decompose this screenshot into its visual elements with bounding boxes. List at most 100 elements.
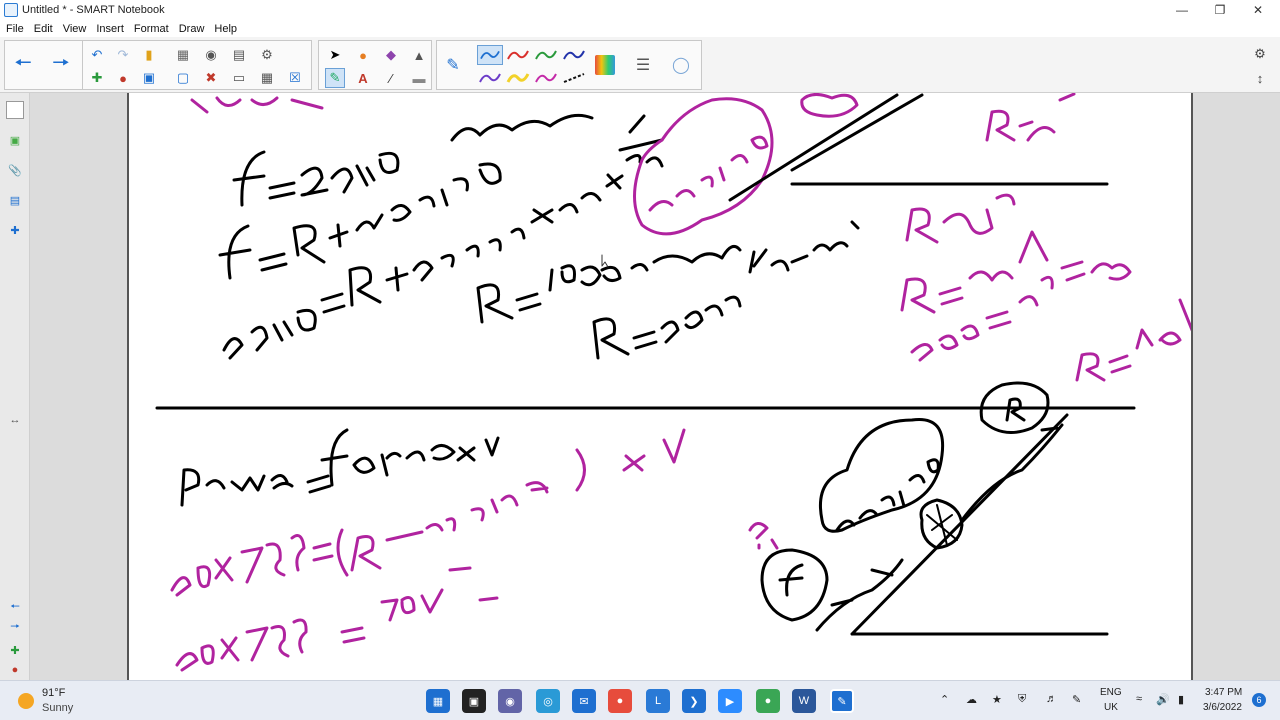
tool-group: ➤ ● ◆ ▲ ✎ A ∕ ▬ [318, 40, 432, 90]
clock-time[interactable]: 3:47 PM [1205, 687, 1242, 698]
minimize-button[interactable]: — [1162, 0, 1202, 20]
next-page-icon[interactable]: 🠖 [6, 618, 24, 636]
delete-page-icon[interactable]: ● [113, 68, 133, 88]
toolbar: 🠔 🠖 ↶ ↷ ▮ ▦ ◉ ▤ ⚙ ✚ ● ▣ ▢ ✖ ▭ ▦ ☒ ➤ ● ◆ … [0, 37, 1280, 93]
pen-style-navy[interactable] [561, 45, 587, 65]
transparency-icon[interactable]: ◯ [671, 55, 691, 75]
page-sorter-icon[interactable] [6, 101, 24, 119]
line-style-icon[interactable]: ☰ [633, 55, 653, 75]
edit-group: ↶ ↷ ▮ ▦ ◉ ▤ ⚙ ✚ ● ▣ ▢ ✖ ▭ ▦ ☒ [82, 40, 312, 90]
pen-icon[interactable]: ✎ [325, 68, 345, 88]
pen-type-icon[interactable]: ✎ [443, 55, 463, 75]
pen-style-dashed[interactable] [561, 68, 587, 88]
addons-icon[interactable]: ✚ [6, 221, 24, 239]
redo-icon[interactable]: ↷ [113, 45, 133, 65]
pen-style-red[interactable] [505, 45, 531, 65]
close-button[interactable]: ✕ [1238, 0, 1278, 20]
battery-icon[interactable]: ▮ [1178, 693, 1184, 706]
chrome-icon[interactable]: ● [608, 689, 632, 713]
fill-icon[interactable]: ▲ [409, 45, 429, 65]
show-hidden-icons[interactable]: ⌃ [940, 693, 949, 706]
edge-icon[interactable]: ◎ [536, 689, 560, 713]
undo-icon[interactable]: ↶ [87, 45, 107, 65]
word-icon[interactable]: W [792, 689, 816, 713]
menu-file[interactable]: File [6, 23, 24, 35]
mail-icon[interactable]: ✉ [572, 689, 596, 713]
lang-region[interactable]: UK [1104, 702, 1118, 713]
color-palette-icon[interactable] [595, 55, 615, 75]
notification-badge[interactable]: 6 [1252, 693, 1266, 707]
settings-icon[interactable]: ⚙ [1250, 44, 1270, 64]
volume-icon[interactable]: 🔊 [1156, 693, 1170, 706]
microphone-icon[interactable]: ♬ [1046, 693, 1057, 705]
menu-view[interactable]: View [63, 23, 87, 35]
smart-notebook-taskbar-icon[interactable]: ✎ [830, 689, 854, 713]
right-panel: ⚙ ↕ [1240, 40, 1280, 92]
screen-shade-icon[interactable]: ▢ [173, 68, 193, 88]
pen-input-icon[interactable]: ✎ [1072, 693, 1081, 706]
lang-code[interactable]: ENG [1100, 687, 1122, 698]
weather-icon [18, 693, 34, 709]
clock-date[interactable]: 3/6/2022 [1203, 702, 1242, 713]
restore-button[interactable]: ❐ [1200, 0, 1240, 20]
camera-icon[interactable]: ◉ [201, 45, 221, 65]
add-page-side-icon[interactable]: ✚ [6, 641, 24, 659]
onedrive-icon[interactable]: ☁ [966, 693, 977, 706]
title-bar: Untitled * - SMART Notebook — ❐ ✕ [0, 0, 1280, 20]
weather-condition: Sunny [42, 702, 74, 714]
handwriting-layer [155, 93, 1191, 672]
zoom-icon[interactable]: ▶ [718, 689, 742, 713]
menu-edit[interactable]: Edit [34, 23, 53, 35]
taskbar: 91°F Sunny ▦ ▣ ◉ ◎ ✉ ● L ❯ ▶ ● W ✎ ⌃ ☁ ★… [0, 680, 1280, 720]
pen-style-yellow[interactable] [505, 68, 531, 88]
right-gutter [1193, 93, 1280, 680]
gallery-icon[interactable]: ▣ [6, 131, 24, 149]
weather-temp: 91°F [42, 687, 66, 699]
properties-icon[interactable]: ▤ [6, 191, 24, 209]
paste-icon[interactable]: ▦ [173, 45, 193, 65]
wifi-icon[interactable]: ≈ [1136, 693, 1142, 705]
side-tabs: ▣ 📎 ▤ ✚ ↔ 🠔 🠖 ✚ ● [0, 93, 30, 680]
bluetooth-icon[interactable]: ★ [992, 693, 1002, 706]
line-icon[interactable]: ∕ [381, 68, 401, 88]
start-icon[interactable]: ▦ [426, 689, 450, 713]
attachments-icon[interactable]: 📎 [6, 161, 24, 179]
open-icon[interactable]: ▮ [139, 45, 159, 65]
save-icon[interactable]: ▣ [139, 68, 159, 88]
delete-page-side-icon[interactable]: ● [6, 661, 24, 679]
pen-style-blue[interactable] [477, 45, 503, 65]
pen-style-green[interactable] [533, 45, 559, 65]
vscode-icon[interactable]: ❯ [682, 689, 706, 713]
lumio-icon[interactable]: L [646, 689, 670, 713]
fullscreen-icon[interactable]: ▭ [229, 68, 249, 88]
toolbar-position-icon[interactable]: ↕ [1250, 68, 1270, 88]
menu-draw[interactable]: Draw [179, 23, 205, 35]
eraser-icon[interactable]: ▬ [409, 68, 429, 88]
text-icon[interactable]: A [353, 68, 373, 88]
forward-icon[interactable]: 🠖 [51, 52, 71, 75]
pen-style-group: ✎ ☰ ◯ [436, 40, 702, 90]
close-doc-icon[interactable]: ☒ [285, 68, 305, 88]
resize-handle-icon[interactable]: ↔ [6, 411, 24, 429]
select-icon[interactable]: ➤ [325, 45, 345, 65]
delete-icon[interactable]: ✖ [201, 68, 221, 88]
left-gutter [30, 93, 127, 680]
align-icon[interactable]: ▤ [229, 45, 249, 65]
menu-insert[interactable]: Insert [96, 23, 124, 35]
magic-pen-icon[interactable]: ◆ [381, 45, 401, 65]
task-view-icon[interactable]: ▣ [462, 689, 486, 713]
pen-style-purple[interactable] [477, 68, 503, 88]
whiteboard-canvas[interactable] [127, 93, 1193, 680]
chat-icon[interactable]: ◉ [498, 689, 522, 713]
prev-page-icon[interactable]: 🠔 [6, 598, 24, 616]
chrome-profile-icon[interactable]: ● [756, 689, 780, 713]
shapes-icon[interactable]: ● [353, 45, 373, 65]
menu-format[interactable]: Format [134, 23, 169, 35]
table-icon[interactable]: ▦ [257, 68, 277, 88]
defender-icon[interactable]: ⛨ [1018, 693, 1026, 706]
back-icon[interactable]: 🠔 [13, 52, 33, 75]
menu-help[interactable]: Help [214, 23, 237, 35]
add-page-icon[interactable]: ✚ [87, 68, 107, 88]
tools-icon[interactable]: ⚙ [257, 45, 277, 65]
pen-style-magenta[interactable] [533, 68, 559, 88]
